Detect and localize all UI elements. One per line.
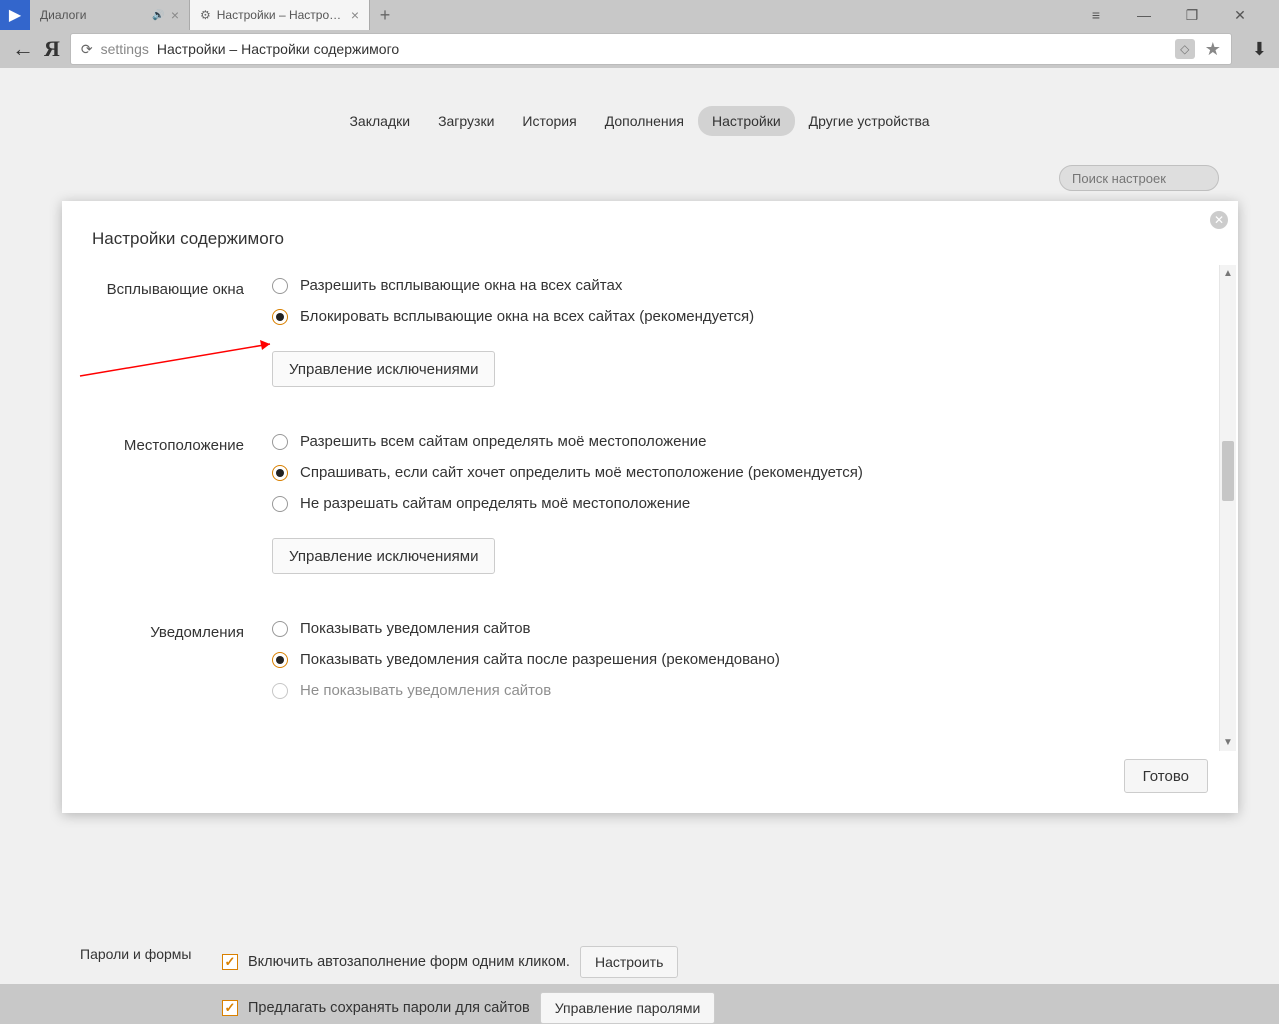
save-passwords-row: ✓ Предлагать сохранять пароли для сайтов… <box>222 992 715 1024</box>
modal-close-button[interactable]: ✕ <box>1210 211 1228 229</box>
nav-history[interactable]: История <box>508 106 590 136</box>
option-text: Разрешить всплывающие окна на всех сайта… <box>300 277 622 294</box>
back-button[interactable]: ← <box>12 36 34 62</box>
autofill-text: Включить автозаполнение форм одним клико… <box>248 954 570 970</box>
close-icon[interactable]: × <box>171 7 179 23</box>
minimize-button[interactable]: — <box>1135 7 1153 23</box>
nav-settings[interactable]: Настройки <box>698 106 795 136</box>
scroll-up-icon[interactable]: ▲ <box>1220 265 1236 282</box>
autofill-row: ✓ Включить автозаполнение форм одним кли… <box>222 946 678 978</box>
radio-option-allow-location[interactable]: Разрешить всем сайтам определять моё мес… <box>272 433 1196 450</box>
section-location: Местоположение Разрешить всем сайтам опр… <box>92 433 1196 574</box>
manage-exceptions-button[interactable]: Управление исключениями <box>272 351 495 387</box>
radio-option-block-popups[interactable]: Блокировать всплывающие окна на всех сай… <box>272 308 1196 325</box>
radio-option-hide-notifications[interactable]: Не показывать уведомления сайтов <box>272 682 1196 699</box>
omnibox-prefix: settings <box>101 41 149 57</box>
save-passwords-text: Предлагать сохранять пароли для сайтов <box>248 1000 530 1016</box>
radio-icon[interactable] <box>272 683 288 699</box>
nav-bookmarks[interactable]: Закладки <box>335 106 424 136</box>
option-text: Спрашивать, если сайт хочет определить м… <box>300 464 863 481</box>
radio-icon[interactable] <box>272 621 288 637</box>
close-window-button[interactable]: ✕ <box>1231 7 1249 24</box>
new-tab-button[interactable]: + <box>370 0 400 30</box>
audio-icon[interactable]: 🔊 <box>152 10 164 21</box>
option-text: Показывать уведомления сайтов <box>300 620 531 637</box>
done-button[interactable]: Готово <box>1124 759 1208 793</box>
nav-addons[interactable]: Дополнения <box>591 106 698 136</box>
radio-option-show-notifications[interactable]: Показывать уведомления сайтов <box>272 620 1196 637</box>
checkbox-icon[interactable]: ✓ <box>222 954 238 970</box>
radio-icon[interactable] <box>272 496 288 512</box>
option-text: Не показывать уведомления сайтов <box>300 682 551 699</box>
radio-option-ask-notifications[interactable]: Показывать уведомления сайта после разре… <box>272 651 1196 668</box>
modal-title: Настройки содержимого <box>92 229 1208 249</box>
radio-icon[interactable] <box>272 652 288 668</box>
option-text: Не разрешать сайтам определять моё место… <box>300 495 690 512</box>
section-label: Уведомления <box>92 620 272 713</box>
section-notifications: Уведомления Показывать уведомления сайто… <box>92 620 1196 713</box>
section-popups: Всплывающие окна Разрешить всплывающие о… <box>92 277 1196 387</box>
title-bar: ▶ Диалоги 🔊 × ⚙ Настройки – Настройки × … <box>0 0 1279 30</box>
address-bar: ← Я ⟳ settings Настройки – Настройки сод… <box>0 30 1279 68</box>
tab-strip: ▶ Диалоги 🔊 × ⚙ Настройки – Настройки × … <box>0 0 1087 30</box>
close-icon[interactable]: × <box>351 7 359 23</box>
manage-exceptions-button[interactable]: Управление исключениями <box>272 538 495 574</box>
nav-downloads[interactable]: Загрузки <box>424 106 508 136</box>
menu-icon[interactable]: ≡ <box>1087 7 1105 23</box>
passwords-section-label: Пароли и формы <box>80 946 191 962</box>
option-text: Разрешить всем сайтам определять моё мес… <box>300 433 707 450</box>
shield-icon[interactable]: ◇ <box>1175 39 1195 59</box>
tab-title: Настройки – Настройки <box>217 8 345 22</box>
scrollbar-track[interactable]: ▲ ▼ <box>1219 265 1236 751</box>
radio-icon[interactable] <box>272 434 288 450</box>
nav-other-devices[interactable]: Другие устройства <box>795 106 944 136</box>
app-icon: ▶ <box>0 0 30 30</box>
radio-option-deny-location[interactable]: Не разрешать сайтам определять моё место… <box>272 495 1196 512</box>
modal-footer: Готово <box>92 741 1208 793</box>
scroll-down-icon[interactable]: ▼ <box>1220 734 1236 751</box>
radio-option-ask-location[interactable]: Спрашивать, если сайт хочет определить м… <box>272 464 1196 481</box>
section-label: Местоположение <box>92 433 272 574</box>
reload-icon[interactable]: ⟳ <box>81 41 93 58</box>
tab-title: Диалоги <box>40 8 146 22</box>
bookmark-star-icon[interactable]: ★ <box>1205 39 1221 60</box>
yandex-logo-icon[interactable]: Я <box>44 36 60 62</box>
tab-settings[interactable]: ⚙ Настройки – Настройки × <box>190 0 370 30</box>
radio-icon[interactable] <box>272 465 288 481</box>
window-controls: ≡ — ❐ ✕ <box>1087 7 1279 24</box>
maximize-button[interactable]: ❐ <box>1183 7 1201 24</box>
radio-option-allow-popups[interactable]: Разрешить всплывающие окна на всех сайта… <box>272 277 1196 294</box>
downloads-icon[interactable]: ⬇ <box>1252 39 1267 60</box>
manage-passwords-button[interactable]: Управление паролями <box>540 992 716 1024</box>
section-label: Всплывающие окна <box>92 277 272 387</box>
omnibox[interactable]: ⟳ settings Настройки – Настройки содержи… <box>70 33 1232 65</box>
search-settings-input[interactable] <box>1059 165 1219 191</box>
checkbox-icon[interactable]: ✓ <box>222 1000 238 1016</box>
content-settings-modal: ✕ Настройки содержимого Всплывающие окна… <box>62 201 1238 813</box>
radio-icon[interactable] <box>272 278 288 294</box>
option-text: Блокировать всплывающие окна на всех сай… <box>300 308 754 325</box>
gear-icon: ⚙ <box>200 8 211 22</box>
modal-body: Всплывающие окна Разрешить всплывающие о… <box>92 277 1208 741</box>
tab-dialogs[interactable]: Диалоги 🔊 × <box>30 0 190 30</box>
settings-nav: Закладки Загрузки История Дополнения Нас… <box>80 106 1199 136</box>
omnibox-path: Настройки – Настройки содержимого <box>157 41 399 57</box>
configure-autofill-button[interactable]: Настроить <box>580 946 678 978</box>
scrollbar-thumb[interactable] <box>1222 441 1234 501</box>
radio-icon[interactable] <box>272 309 288 325</box>
option-text: Показывать уведомления сайта после разре… <box>300 651 780 668</box>
